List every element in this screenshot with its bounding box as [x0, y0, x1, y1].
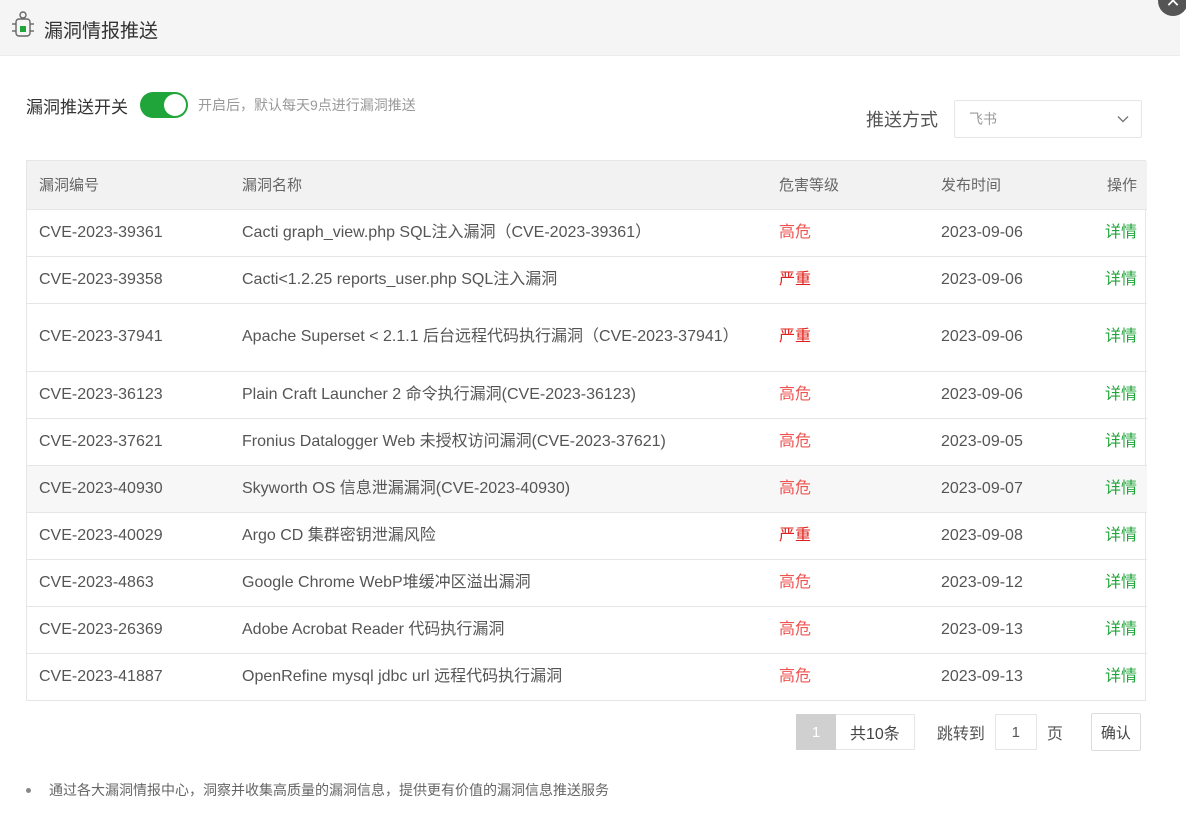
table-row: CVE-2023-40029 Argo CD 集群密钥泄漏风险 严重 2023-…: [27, 512, 1147, 560]
detail-link[interactable]: 详情: [1092, 371, 1147, 419]
toggle-knob: [164, 94, 186, 116]
cell-level: 高危: [767, 606, 929, 654]
cell-date: 2023-09-13: [929, 606, 1092, 654]
cell-date: 2023-09-13: [941, 667, 1023, 685]
detail-link[interactable]: 详情: [1092, 653, 1147, 700]
table-row: CVE-2023-41887 OpenRefine mysql jdbc url…: [27, 653, 1147, 700]
footer-note-text: 通过各大漏洞情报中心，洞察并收集高质量的漏洞信息，提供更有价值的漏洞信息推送服务: [49, 782, 609, 798]
push-method-select[interactable]: 飞书: [954, 100, 1142, 138]
cell-level: 高危: [767, 418, 929, 466]
cell-name: Google Chrome WebP堆缓冲区溢出漏洞: [230, 559, 767, 607]
col-header-level: 危害等级: [767, 161, 929, 210]
cell-id: CVE-2023-37941: [27, 303, 230, 372]
cell-name: Argo CD 集群密钥泄漏风险: [230, 512, 767, 560]
cell-name: Adobe Acrobat Reader 代码执行漏洞: [230, 606, 767, 654]
vuln-push-dialog: 漏洞情报推送 ✕ 漏洞推送开关 开启后，默认每天9点进行漏洞推送 推送方式 飞书…: [0, 0, 1186, 831]
detail-link[interactable]: 详情: [1092, 606, 1147, 654]
detail-link[interactable]: 详情: [1092, 512, 1147, 560]
table-row: CVE-2023-39358 Cacti<1.2.25 reports_user…: [27, 256, 1147, 304]
pagination: 1 共10条 跳转到 页 确认: [796, 713, 1141, 751]
cell-name: Cacti<1.2.25 reports_user.php SQL注入漏洞: [230, 256, 767, 304]
cell-level: 严重: [767, 512, 929, 560]
table-row: CVE-2023-26369 Adobe Acrobat Reader 代码执行…: [27, 606, 1147, 654]
cell-date: 2023-09-06: [929, 256, 1092, 304]
dialog-header: 漏洞情报推送: [0, 0, 1180, 56]
cell-level: 高危: [767, 209, 929, 257]
detail-link[interactable]: 详情: [1092, 303, 1147, 372]
push-method: 推送方式 飞书: [866, 100, 1142, 138]
push-switch-row: 漏洞推送开关 开启后，默认每天9点进行漏洞推送: [26, 90, 416, 120]
cell-id: CVE-2023-40930: [27, 465, 230, 513]
col-header-id: 漏洞编号: [27, 161, 230, 210]
push-method-value: 飞书: [969, 111, 997, 127]
page-number-current[interactable]: 1: [796, 714, 836, 750]
cell-id: CVE-2023-41887: [39, 667, 163, 685]
table-row: CVE-2023-37621 Fronius Datalogger Web 未授…: [27, 418, 1147, 466]
cell-name: OpenRefine mysql jdbc url 远程代码执行漏洞: [242, 667, 563, 685]
jump-label: 跳转到: [936, 726, 985, 743]
detail-link[interactable]: 详情: [1092, 465, 1147, 513]
switch-hint: 开启后，默认每天9点进行漏洞推送: [198, 97, 416, 113]
total-count: 共10条: [836, 714, 915, 750]
jump-page-input[interactable]: [994, 714, 1037, 750]
switch-label: 漏洞推送开关: [26, 97, 128, 117]
cell-level: 高危: [767, 559, 929, 607]
footer-note: 通过各大漏洞情报中心，洞察并收集高质量的漏洞信息，提供更有价值的漏洞信息推送服务: [26, 780, 609, 800]
detail-link[interactable]: 详情: [1092, 256, 1147, 304]
table-row: CVE-2023-36123 Plain Craft Launcher 2 命令…: [27, 371, 1147, 419]
cell-id: CVE-2023-37621: [27, 418, 230, 466]
cell-id: CVE-2023-40029: [27, 512, 230, 560]
cell-date: 2023-09-07: [929, 465, 1092, 513]
confirm-button[interactable]: 确认: [1090, 713, 1141, 751]
table-row: CVE-2023-39361 Cacti graph_view.php SQL注…: [27, 209, 1147, 257]
cell-date: 2023-09-06: [929, 371, 1092, 419]
cell-name: Apache Superset < 2.1.1 后台远程代码执行漏洞（CVE-2…: [230, 303, 767, 372]
cell-level: 严重: [767, 303, 929, 372]
cell-date: 2023-09-08: [929, 512, 1092, 560]
chevron-down-icon: [1117, 116, 1129, 123]
cell-level: 严重: [767, 256, 929, 304]
cell-id: CVE-2023-39361: [27, 209, 230, 257]
cell-level: 高危: [779, 667, 812, 685]
detail-link[interactable]: 详情: [1092, 418, 1147, 466]
col-header-name: 漏洞名称: [230, 161, 767, 210]
cell-id: CVE-2023-4863: [27, 559, 230, 607]
table-row: CVE-2023-37941 Apache Superset < 2.1.1 后…: [27, 303, 1147, 372]
push-method-label: 推送方式: [866, 110, 938, 130]
cell-date: 2023-09-05: [929, 418, 1092, 466]
table-row: CVE-2023-40930 Skyworth OS 信息泄漏漏洞(CVE-20…: [27, 465, 1147, 513]
cell-date: 2023-09-06: [929, 209, 1092, 257]
cell-name: Fronius Datalogger Web 未授权访问漏洞(CVE-2023-…: [230, 418, 767, 466]
bug-robot-icon: [12, 11, 34, 37]
detail-link[interactable]: 详情: [1092, 559, 1147, 607]
cell-date: 2023-09-12: [929, 559, 1092, 607]
push-toggle[interactable]: [140, 92, 188, 118]
cell-name: Plain Craft Launcher 2 命令执行漏洞(CVE-2023-3…: [230, 371, 767, 419]
detail-link[interactable]: 详情: [1092, 209, 1147, 257]
cell-id: CVE-2023-36123: [27, 371, 230, 419]
cell-name: Skyworth OS 信息泄漏漏洞(CVE-2023-40930): [230, 465, 767, 513]
page-unit: 页: [1046, 726, 1063, 743]
cell-name: Cacti graph_view.php SQL注入漏洞（CVE-2023-39…: [230, 209, 767, 257]
cell-id: CVE-2023-26369: [27, 606, 230, 654]
cell-level: 高危: [767, 371, 929, 419]
table-row: CVE-2023-4863 Google Chrome WebP堆缓冲区溢出漏洞…: [27, 559, 1147, 607]
dialog-title: 漏洞情报推送: [44, 21, 159, 42]
cell-date: 2023-09-06: [929, 303, 1092, 372]
col-header-date: 发布时间: [929, 161, 1092, 210]
cell-id: CVE-2023-39358: [27, 256, 230, 304]
cell-level: 高危: [767, 465, 929, 513]
bullet-dot: [26, 787, 31, 793]
vuln-table: 漏洞编号 漏洞名称 危害等级 发布时间 操作 CVE-2023-39361 Ca…: [26, 160, 1147, 701]
col-header-op: 操作: [1092, 161, 1147, 210]
